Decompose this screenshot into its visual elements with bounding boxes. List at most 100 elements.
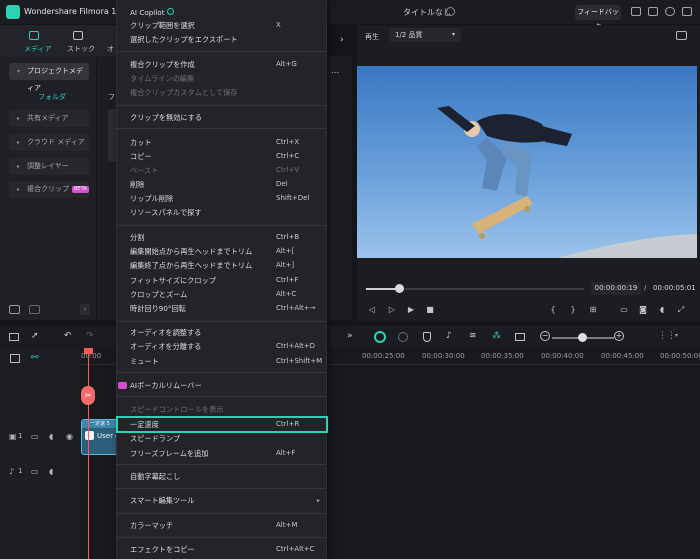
forward-icon[interactable]: » (347, 331, 353, 341)
folder-label[interactable]: フォルダ (38, 92, 66, 102)
folder-icon[interactable]: ▭ (31, 432, 39, 441)
menu-item-26[interactable]: フリーズフレームを追加 (130, 449, 209, 459)
snapshot-image-icon[interactable] (676, 31, 687, 40)
zoom-out-icon[interactable]: − (540, 331, 550, 341)
menu-separator (117, 51, 326, 52)
render-icon[interactable] (398, 332, 408, 342)
folder-icon[interactable]: ▭ (31, 467, 39, 476)
menu-item-14[interactable]: 編集開始点から再生ヘッドまでトリム (130, 247, 252, 257)
mark-in-icon[interactable]: { (548, 305, 558, 314)
menu-item-18[interactable]: 時計回り90°回転 (130, 304, 186, 314)
speaker-icon[interactable]: ◖ (49, 467, 53, 476)
grid-icon[interactable]: ⋮⋮ (658, 331, 676, 341)
fullscreen-icon[interactable]: ⤢ (676, 305, 686, 314)
eye-icon[interactable]: ◉ (66, 432, 73, 441)
menu-item-24[interactable]: 一定速度 (130, 420, 159, 430)
sidebar-item-project-media[interactable]: ▾ プロジェクトメディア (9, 63, 89, 92)
menu-item-8[interactable]: コピー (130, 152, 152, 162)
menu-item-6[interactable]: クリップを無効にする (130, 113, 202, 123)
speaker-icon[interactable]: ◖ (49, 432, 53, 441)
menu-item-1[interactable]: クリップ範囲を選択 (130, 21, 195, 31)
sidebar-item-shared-media[interactable]: ▸ 共有メディア (9, 110, 89, 127)
subtitle-icon[interactable] (515, 333, 525, 341)
menu-item-13[interactable]: 分割 (130, 233, 144, 243)
screen-icon[interactable] (631, 7, 641, 16)
menu-item-12[interactable]: リソースパネルで探す (130, 208, 202, 218)
menu-item-16[interactable]: フィットサイズにクロップ (130, 276, 216, 286)
select-tool-icon[interactable]: ➚ (31, 331, 39, 341)
zoom-slider-handle[interactable] (578, 333, 587, 342)
step-back-icon[interactable]: ▷ (387, 305, 397, 314)
stop-icon[interactable]: ■ (425, 305, 435, 314)
preview-progress-handle[interactable] (394, 284, 404, 293)
play-icon[interactable]: ▶ (406, 305, 416, 314)
menu-item-15[interactable]: 編集終了点から再生ヘッドまでトリム (130, 261, 252, 271)
zoom-in-icon[interactable]: + (614, 331, 624, 341)
voiceover-icon[interactable]: ≋ (469, 331, 477, 341)
scissors-icon[interactable]: ✂ (81, 386, 95, 405)
link-icon[interactable]: ⚯ (31, 353, 39, 363)
preview-video-frame[interactable] (357, 66, 697, 258)
menu-item-10[interactable]: 削除 (130, 180, 144, 190)
sidebar-item-adjustment-layer[interactable]: ▸ 調整レイヤー (9, 158, 89, 175)
menu-item-22[interactable]: AIボーカルリムーバー (130, 381, 202, 391)
more-options-icon[interactable]: ⋯ (331, 68, 339, 77)
menu-item-21[interactable]: ミュート (130, 357, 159, 367)
menu-separator (117, 488, 326, 489)
menu-shortcut: Alt+] (276, 261, 295, 269)
cloud-icon[interactable] (665, 7, 675, 16)
ruler-tick: 00:00:35:00 (481, 352, 524, 360)
new-folder-icon[interactable] (9, 305, 20, 314)
camera-icon[interactable]: ◙ (638, 305, 648, 314)
tab-audio[interactable]: オ (107, 44, 114, 54)
shield-icon[interactable] (423, 332, 431, 342)
microphone-icon[interactable]: ♪ (446, 331, 452, 341)
ruler-tick: 00:00:40:00 (541, 352, 584, 360)
save-icon[interactable] (648, 7, 658, 16)
undo-icon[interactable]: ↶ (64, 331, 72, 341)
download-icon[interactable] (682, 7, 692, 16)
menu-item-20[interactable]: オーディオを分離する (130, 342, 201, 352)
menu-item-30[interactable]: エフェクトをコピー (130, 545, 195, 555)
tab-media[interactable]: メディア (24, 44, 52, 54)
chevron-down-icon[interactable]: ▾ (675, 332, 678, 339)
playhead-handle[interactable] (84, 348, 93, 354)
add-track-icon[interactable] (10, 354, 20, 363)
menu-item-2[interactable]: 選択したクリップをエクスポート (130, 35, 238, 45)
sidebar-item-cloud-media[interactable]: ▸ クラウド メディア (9, 134, 89, 151)
layout-icon[interactable] (9, 333, 19, 341)
menu-item-27[interactable]: 自動字幕起こし (130, 472, 180, 482)
redo-icon[interactable]: ↷ (86, 331, 94, 341)
feedback-button[interactable]: フィードバック (575, 5, 621, 31)
menu-item-0[interactable]: AI Copilot (130, 8, 165, 17)
menu-item-25[interactable]: スピードランプ (130, 434, 180, 444)
project-status-icon[interactable] (446, 7, 455, 16)
fit-icon[interactable]: ⊞ (588, 305, 598, 314)
volume-icon[interactable]: ◖ (657, 305, 667, 314)
menu-shortcut: Alt+C (276, 290, 297, 298)
ai-copilot-icon (167, 8, 174, 15)
menu-item-7[interactable]: カット (130, 138, 152, 148)
collapse-panel-icon[interactable]: ‹ (80, 304, 90, 315)
previous-frame-icon[interactable]: ◁ (367, 305, 377, 314)
menu-item-17[interactable]: クロップとズーム (130, 290, 187, 300)
menu-item-3[interactable]: 複合クリップを作成 (130, 60, 195, 70)
ruler-tick: 00:00:25:00 (362, 352, 405, 360)
current-timecode[interactable]: 00:00:00:19 (591, 282, 641, 295)
sidebar-item-compound-clip[interactable]: ▸ 複合クリップ BETA (9, 181, 89, 198)
playhead[interactable] (88, 352, 89, 559)
mark-out-icon[interactable]: } (568, 305, 578, 314)
chevron-right-icon[interactable]: › (340, 35, 344, 45)
ai-tool-icon[interactable] (374, 331, 386, 343)
menu-item-19[interactable]: オーディオを調整する (130, 328, 201, 338)
clip-thumbnail-icon (85, 431, 94, 440)
menu-item-11[interactable]: リップル削除 (130, 194, 173, 204)
menu-shortcut: X (276, 21, 281, 29)
quality-select[interactable]: 1/2 品質 ▾ (389, 28, 461, 42)
menu-item-29[interactable]: カラーマッチ (130, 521, 173, 531)
tab-stock[interactable]: ストック (67, 44, 95, 54)
menu-item-28[interactable]: スマート編集ツール (130, 496, 194, 506)
snap-icon[interactable]: ⁂ (492, 331, 501, 341)
folder-icon[interactable] (29, 305, 40, 314)
monitor-icon[interactable]: ▭ (619, 305, 629, 314)
